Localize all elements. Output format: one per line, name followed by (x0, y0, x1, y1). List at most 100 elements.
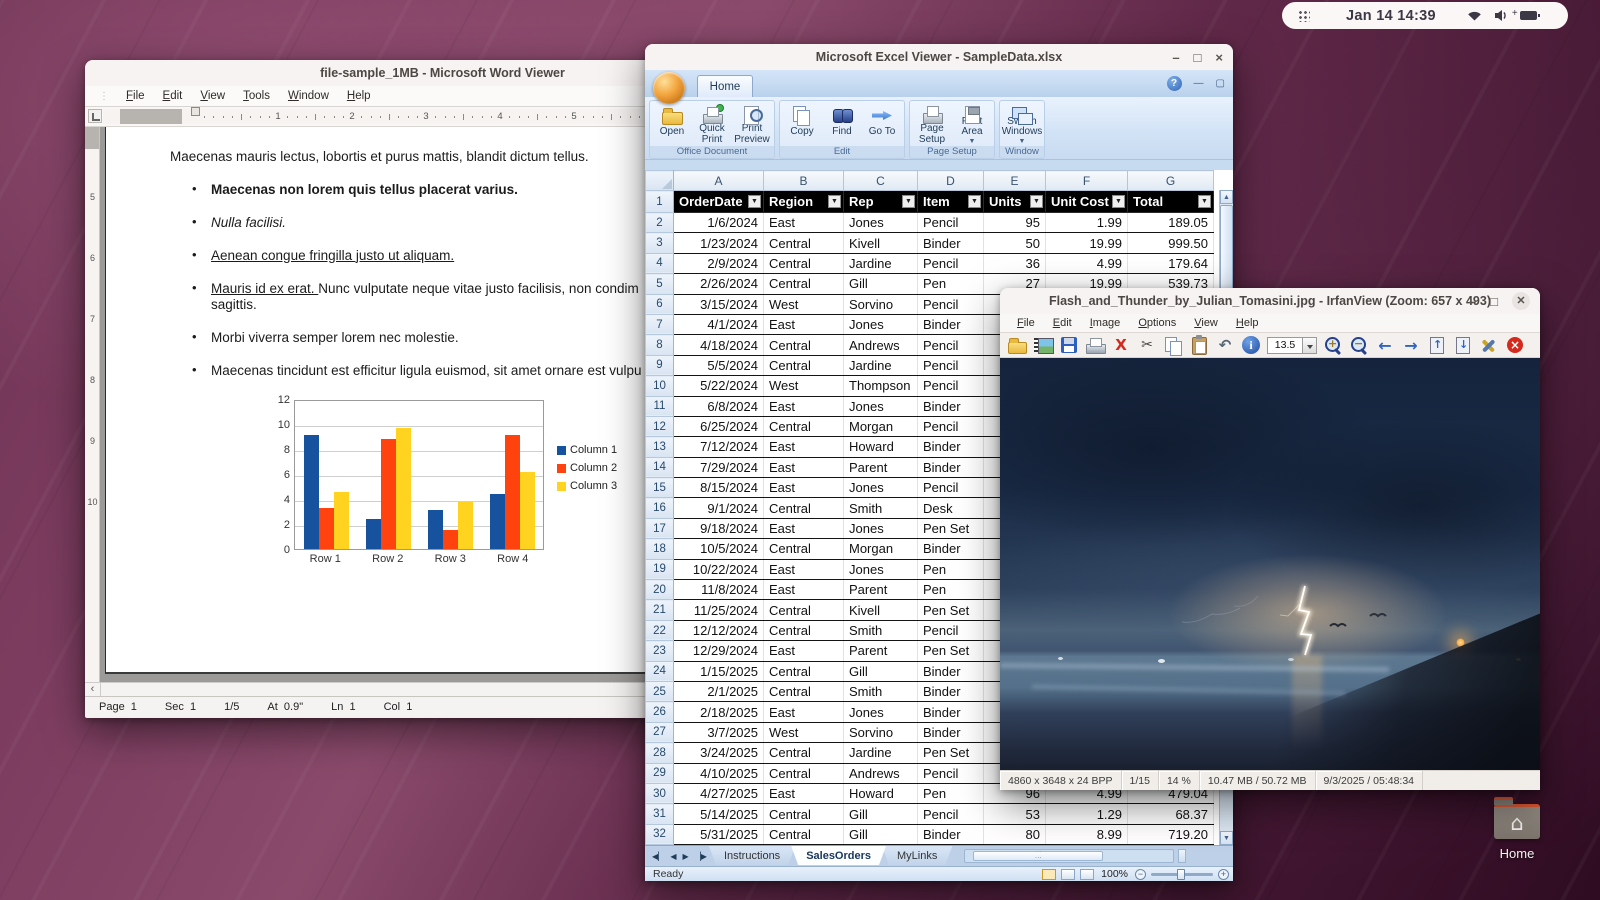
scroll-down-icon[interactable]: ▼ (1220, 831, 1233, 845)
sheet-cell[interactable]: 3/24/2025 (674, 743, 764, 763)
filter-button[interactable]: ▼ (1112, 195, 1125, 208)
sheet-cell[interactable]: 4/27/2025 (674, 783, 764, 803)
row-number[interactable]: 22 (646, 620, 674, 640)
row-number[interactable]: 29 (646, 763, 674, 783)
sheet-cell[interactable]: 80 (984, 824, 1046, 844)
sheet-cell[interactable]: 4/10/2025 (674, 763, 764, 783)
sheet-cell[interactable]: 2/9/2024 (674, 253, 764, 273)
sheet-cell[interactable]: Pencil (918, 620, 984, 640)
sheet-cell[interactable]: 36 (984, 253, 1046, 273)
sheet-cell[interactable]: Central (764, 743, 844, 763)
sheet-cell[interactable]: West (764, 722, 844, 742)
sheet-cell[interactable]: Pen Set (918, 743, 984, 763)
menu-file[interactable]: File (117, 90, 154, 102)
sheet-cell[interactable]: Pen (918, 580, 984, 600)
sheet-cell[interactable]: Gill (844, 661, 918, 681)
menu-tools[interactable]: Tools (234, 90, 279, 102)
menu-options[interactable]: Options (1129, 317, 1185, 329)
zoom-value-box[interactable]: 13.5 (1267, 337, 1303, 354)
sheet-cell[interactable]: 12/29/2024 (674, 641, 764, 661)
sheet-cell[interactable]: Jones (844, 559, 918, 579)
column-header-A[interactable]: A (674, 171, 764, 191)
sheet-cell[interactable]: 7/29/2024 (674, 457, 764, 477)
menu-window[interactable]: Window (279, 90, 338, 102)
sheet-cell[interactable]: Jones (844, 518, 918, 538)
header-cell[interactable]: Units▼ (984, 191, 1046, 213)
sheet-cell[interactable]: Andrews (844, 763, 918, 783)
sheet-cell[interactable]: 1.29 (1046, 804, 1128, 824)
column-header-D[interactable]: D (918, 171, 984, 191)
photo-viewport[interactable] (1000, 358, 1540, 770)
sheet-cell[interactable]: East (764, 641, 844, 661)
row-number[interactable]: 21 (646, 600, 674, 620)
sheet-cell[interactable]: Binder (918, 233, 984, 253)
sheet-horizontal-scrollbar[interactable] (964, 849, 1174, 863)
row-number[interactable]: 16 (646, 498, 674, 518)
menu-help[interactable]: Help (338, 90, 380, 102)
slideshow-icon[interactable] (1033, 335, 1053, 355)
sheet-cell[interactable]: Howard (844, 783, 918, 803)
column-header-G[interactable]: G (1128, 171, 1214, 191)
sheet-cell[interactable]: Binder (918, 314, 984, 334)
close-icon[interactable]: × (1215, 51, 1223, 64)
sheet-cell[interactable]: Binder (918, 539, 984, 559)
sheet-cell[interactable]: 5/5/2024 (674, 355, 764, 375)
info-icon[interactable] (1241, 335, 1261, 355)
sheet-cell[interactable]: Kivell (844, 600, 918, 620)
sheet-cell[interactable]: 2/1/2025 (674, 681, 764, 701)
normal-view-icon[interactable] (1042, 869, 1056, 880)
exit-icon[interactable] (1505, 335, 1525, 355)
desktop-home-folder[interactable]: ⌂ Home (1488, 796, 1546, 861)
sheet-cell[interactable]: East (764, 213, 844, 233)
filter-button[interactable]: ▼ (748, 195, 761, 208)
sheet-cell[interactable]: 4.99 (1046, 253, 1128, 273)
sheet-cell[interactable]: Binder (918, 681, 984, 701)
ribbon-tab-home[interactable]: Home (697, 75, 753, 97)
save-icon[interactable] (1059, 335, 1079, 355)
sheet-cell[interactable]: 8/15/2024 (674, 478, 764, 498)
copy-icon[interactable] (1163, 335, 1183, 355)
zoom-in-icon[interactable]: + (1323, 335, 1343, 355)
sheet-cell[interactable]: Central (764, 600, 844, 620)
sheet-cell[interactable]: Jones (844, 314, 918, 334)
sheet-cell[interactable]: Gill (844, 824, 918, 844)
menu-help[interactable]: Help (1227, 317, 1268, 329)
sheet-cell[interactable]: Jardine (844, 355, 918, 375)
row-number[interactable]: 32 (646, 824, 674, 844)
paste-icon[interactable] (1189, 335, 1209, 355)
sheet-cell[interactable]: 1/6/2024 (674, 213, 764, 233)
sheet-cell[interactable]: Central (764, 253, 844, 273)
sheet-cell[interactable]: Parent (844, 580, 918, 600)
sheet-cell[interactable]: Central (764, 661, 844, 681)
sheet-cell[interactable]: 1/15/2025 (674, 661, 764, 681)
sheet-cell[interactable]: Binder (918, 824, 984, 844)
menu-file[interactable]: File (1008, 317, 1044, 329)
zoom-out-icon[interactable]: − (1349, 335, 1369, 355)
sheet-cell[interactable]: Pencil (918, 376, 984, 396)
row-number[interactable]: 8 (646, 335, 674, 355)
prev-image-icon[interactable]: ← (1375, 335, 1395, 355)
column-header-F[interactable]: F (1046, 171, 1128, 191)
scroll-thumb[interactable] (973, 851, 1103, 861)
ribbon-button-quick-print[interactable]: Quick Print (692, 102, 732, 145)
row-number[interactable]: 17 (646, 518, 674, 538)
excel-titlebar[interactable]: Microsoft Excel Viewer - SampleData.xlsx… (645, 44, 1233, 70)
sheet-cell[interactable]: East (764, 783, 844, 803)
sheet-cell[interactable]: Smith (844, 498, 918, 518)
sheet-cell[interactable]: Sorvino (844, 294, 918, 314)
sheet-cell[interactable]: Pencil (918, 478, 984, 498)
sheet-cell[interactable]: Pen Set (918, 518, 984, 538)
print-icon[interactable] (1085, 335, 1105, 355)
scroll-up-icon[interactable]: ▲ (1220, 190, 1233, 204)
sheet-cell[interactable]: Central (764, 335, 844, 355)
ribbon-minimize-icon[interactable]: — (1194, 78, 1204, 89)
sheet-cell[interactable]: 4/1/2024 (674, 314, 764, 334)
tab-stop-selector[interactable] (88, 109, 102, 123)
column-header-C[interactable]: C (844, 171, 918, 191)
filter-button[interactable]: ▼ (1198, 195, 1211, 208)
sheet-cell[interactable]: Parent (844, 641, 918, 661)
sheet-cell[interactable]: Central (764, 233, 844, 253)
row-number[interactable]: 14 (646, 457, 674, 477)
ribbon-button-print-preview[interactable]: Print Preview (732, 102, 772, 145)
sheet-cell[interactable]: 10/5/2024 (674, 539, 764, 559)
